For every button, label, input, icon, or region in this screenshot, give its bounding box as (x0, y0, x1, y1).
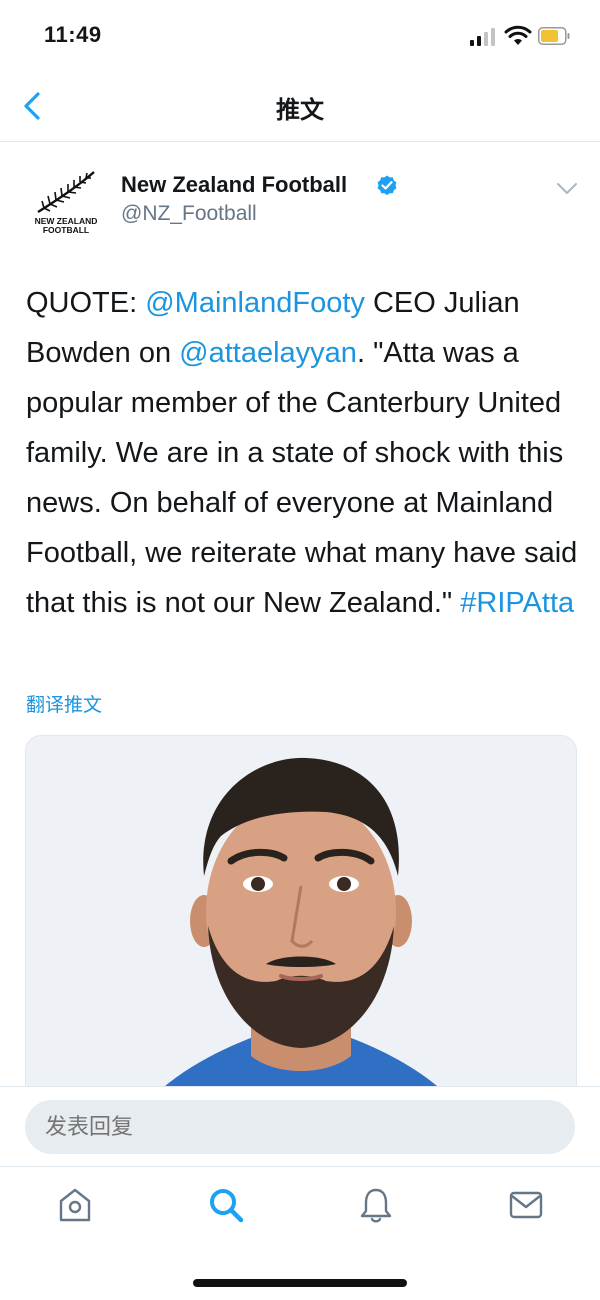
tweet-photo (26, 736, 576, 1116)
logo-text-line2: FOOTBALL (43, 225, 89, 235)
battery-icon (538, 27, 570, 45)
mention-link[interactable]: @attaelayyan (179, 337, 357, 369)
display-name[interactable]: New Zealand Football (121, 172, 347, 198)
status-bar: 11:49 (0, 0, 600, 70)
chevron-down-icon[interactable] (556, 182, 578, 196)
user-handle[interactable]: @NZ_Football (121, 202, 257, 226)
mention-link[interactable]: @MainlandFooty (145, 287, 365, 319)
reply-input[interactable] (25, 1100, 575, 1154)
avatar[interactable]: NEW ZEALAND FOOTBALL (30, 168, 102, 238)
tab-bar (0, 1166, 600, 1300)
bell-icon[interactable] (356, 1185, 396, 1225)
cellular-signal-icon (470, 28, 495, 46)
fern-logo-icon: NEW ZEALAND FOOTBALL (35, 171, 97, 235)
media-card[interactable] (25, 735, 577, 1117)
status-time: 11:49 (44, 22, 102, 47)
page-title: 推文 (276, 97, 324, 124)
home-indicator (193, 1279, 407, 1287)
reply-bar (0, 1086, 600, 1167)
navigation-bar: 推文 (0, 70, 600, 142)
translate-tweet-link[interactable]: 翻译推文 (26, 690, 102, 717)
search-icon[interactable] (206, 1185, 246, 1225)
verified-badge-icon (377, 175, 397, 196)
hashtag-link[interactable]: #RIPAtta (460, 587, 574, 619)
tweet-text-segment: QUOTE: (26, 287, 146, 319)
tweet-text-segment: . "Atta was a popular member of the Cant… (26, 337, 578, 619)
tweet-text: QUOTE: @MainlandFooty CEO Julian Bowden … (26, 278, 586, 628)
home-icon[interactable] (55, 1185, 95, 1225)
envelope-icon[interactable] (506, 1185, 546, 1225)
wifi-icon (504, 25, 532, 45)
